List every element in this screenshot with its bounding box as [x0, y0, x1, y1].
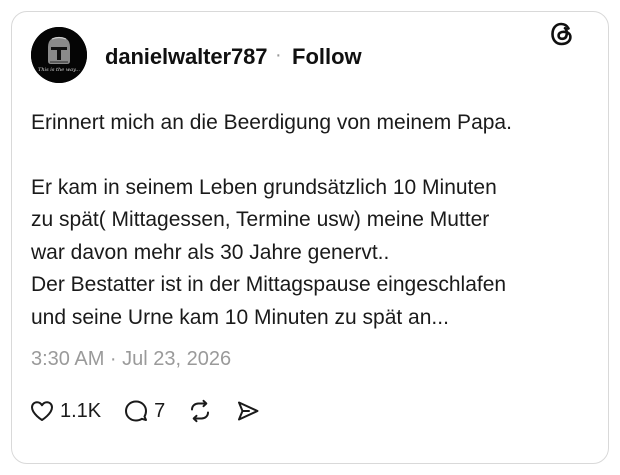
separator-dot: · — [275, 44, 282, 66]
post-text-line: und seine Urne kam 10 Minuten zu spät an… — [31, 305, 449, 329]
post-text-line: war davon mehr als 30 Jahre genervt.. — [31, 240, 390, 264]
post-text-line: zu spät( Mittagessen, Termine usw) meine… — [31, 208, 490, 231]
like-button[interactable]: 1.1K — [29, 398, 101, 424]
action-bar: 1.1K 7 — [29, 396, 283, 426]
post-text-line: Der Bestatter ist in der Mittagspause ei… — [31, 273, 507, 296]
reply-button[interactable]: 7 — [123, 398, 165, 424]
post-timestamp[interactable]: 3:30 AM · Jul 23, 2026 — [31, 348, 231, 371]
mandalorian-helmet-icon — [31, 27, 87, 83]
threads-logo-icon[interactable] — [547, 19, 577, 49]
heart-icon — [31, 401, 53, 421]
username-link[interactable]: danielwalter787 — [105, 44, 267, 70]
post-text-line: Erinnert mich an die Beerdigung von mein… — [31, 111, 512, 134]
like-count: 1.1K — [60, 399, 102, 422]
repost-button[interactable] — [187, 398, 213, 424]
share-button[interactable] — [235, 398, 261, 424]
follow-button[interactable]: Follow — [292, 44, 362, 70]
post-body: Erinnert mich an die Beerdigung von mein… — [31, 107, 581, 334]
send-icon — [238, 401, 259, 421]
repost-icon — [191, 399, 210, 423]
avatar-caption: This is the way... — [37, 67, 81, 73]
reply-count: 7 — [154, 399, 166, 422]
avatar[interactable]: This is the way... — [31, 27, 87, 83]
post-text-line: Er kam in seinem Leben grundsätzlich 10 … — [31, 175, 497, 199]
comment-bubble-icon — [125, 400, 148, 422]
